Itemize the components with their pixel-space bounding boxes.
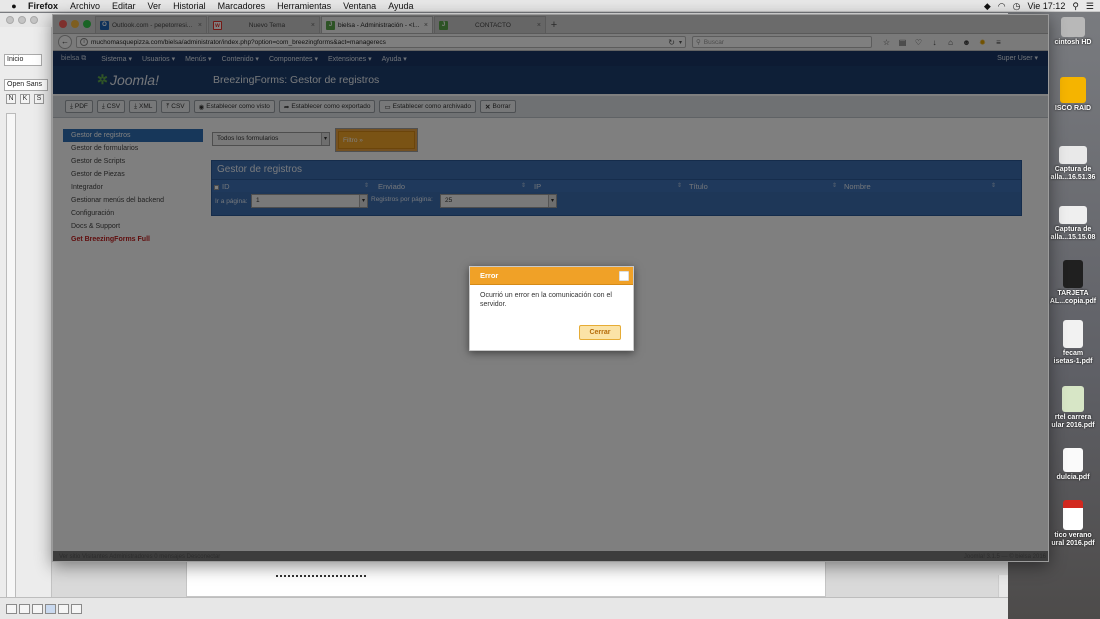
apple-icon[interactable]: ● [6, 1, 22, 11]
pdf-file-icon [1063, 500, 1083, 530]
image-file-icon [1059, 206, 1087, 224]
firefox-window: O Outlook.com - pepetorresi... × w Nuevo… [52, 14, 1049, 562]
close-icon[interactable] [619, 271, 629, 281]
view-button-1[interactable] [6, 603, 17, 614]
bg-home-tab[interactable]: Inicio [4, 54, 42, 66]
pdf-file-icon [1063, 260, 1083, 288]
error-message: Ocurrió un error en la comunicación con … [480, 292, 612, 308]
menu-marcadores[interactable]: Marcadores [212, 1, 272, 11]
menu-ventana[interactable]: Ventana [337, 1, 382, 11]
clock-icon[interactable]: ◷ [1013, 1, 1021, 12]
desktop-icon-dulcia[interactable]: dulcia.pdf [1046, 448, 1100, 482]
menu-ayuda[interactable]: Ayuda [382, 1, 419, 11]
notification-icon[interactable]: ☰ [1086, 1, 1094, 12]
dropbox-icon[interactable]: ◆ [984, 1, 991, 12]
underline-button[interactable]: S [34, 94, 44, 104]
error-dialog: Error Ocurrió un error en la comunicació… [469, 266, 634, 351]
wifi-icon[interactable]: ◠ [998, 1, 1006, 12]
error-dialog-title: Error [480, 271, 499, 280]
menu-editar[interactable]: Editar [106, 1, 142, 11]
desktop-icon-fecam[interactable]: fecam isetas-1.pdf [1046, 320, 1100, 366]
menu-archivo[interactable]: Archivo [64, 1, 106, 11]
pdf-file-icon [1062, 386, 1084, 412]
bg-font-field[interactable]: Open Sans [4, 79, 48, 91]
bg-view-bar [0, 597, 1008, 619]
menubar-clock[interactable]: Vie 17:12 [1027, 1, 1065, 11]
close-dialog-button[interactable]: Cerrar [579, 325, 621, 340]
menu-herramientas[interactable]: Herramientas [271, 1, 337, 11]
menu-app-firefox[interactable]: Firefox [22, 1, 64, 11]
image-file-icon [1059, 146, 1087, 164]
view-button-2[interactable] [19, 603, 30, 614]
menu-historial[interactable]: Historial [167, 1, 212, 11]
bg-zoom-dot[interactable] [30, 16, 38, 24]
view-button-6[interactable] [71, 603, 82, 614]
dotted-line [276, 575, 366, 577]
desktop-icon-verano[interactable]: tico verano ural 2016.pdf [1046, 500, 1100, 548]
desktop-icon-raid[interactable]: ISCO RAID [1046, 77, 1100, 113]
document-page[interactable] [186, 561, 826, 597]
menu-ver[interactable]: Ver [142, 1, 168, 11]
mac-menu-bar: ● Firefox Archivo Editar Ver Historial M… [0, 0, 1100, 12]
drive-icon [1060, 77, 1086, 103]
bg-close-dot[interactable] [6, 16, 14, 24]
desktop-icon-screenshot-2[interactable]: Captura de alla...15.15.08 [1046, 206, 1100, 242]
spotlight-icon[interactable]: ⚲ [1072, 1, 1079, 12]
bg-minimize-dot[interactable] [18, 16, 26, 24]
pdf-file-icon [1063, 320, 1083, 348]
hard-drive-icon [1061, 17, 1085, 37]
error-dialog-header: Error [470, 267, 633, 285]
desktop-icon-cartel[interactable]: rtel carrera ular 2016.pdf [1046, 386, 1100, 430]
desktop-icon-tarjeta[interactable]: TARJETA AL...copia.pdf [1046, 260, 1100, 306]
italic-button[interactable]: K [20, 94, 30, 104]
desktop-icon-screenshot-1[interactable]: Captura de alla...16.51.36 [1046, 146, 1100, 182]
view-button-4[interactable] [45, 603, 56, 614]
desktop-icon-hd[interactable]: cintosh HD [1046, 17, 1100, 47]
view-button-5[interactable] [58, 603, 69, 614]
vertical-ruler [6, 113, 16, 603]
pdf-file-icon [1063, 448, 1083, 472]
view-button-3[interactable] [32, 603, 43, 614]
bold-button[interactable]: N [6, 94, 16, 104]
